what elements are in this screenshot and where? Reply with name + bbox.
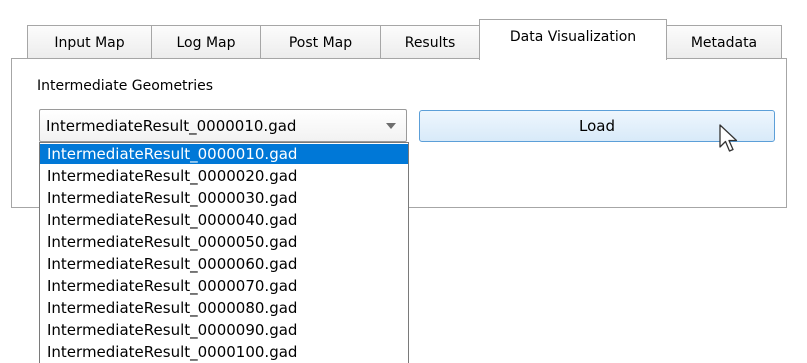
tab-metadata[interactable]: Metadata [666,25,782,59]
combobox-dropdown-list[interactable]: IntermediateResult_0000010.gad Intermedia… [39,142,409,363]
tab-label: Results [404,34,456,51]
combobox-value: IntermediateResult_0000010.gad [46,117,297,135]
tab-post-map[interactable]: Post Map [260,25,381,59]
dropdown-option[interactable]: IntermediateResult_0000010.gad [40,144,408,164]
tab-label: Metadata [690,34,758,51]
dropdown-option[interactable]: IntermediateResult_0000090.gad [40,320,408,340]
dropdown-option[interactable]: IntermediateResult_0000030.gad [40,188,408,208]
tab-log-map[interactable]: Log Map [151,25,261,59]
chevron-down-icon[interactable] [386,123,396,129]
dropdown-option[interactable]: IntermediateResult_0000060.gad [40,254,408,274]
dropdown-option[interactable]: IntermediateResult_0000050.gad [40,232,408,252]
dropdown-option[interactable]: IntermediateResult_0000040.gad [40,210,408,230]
load-button-label: Load [579,117,615,135]
dropdown-option[interactable]: IntermediateResult_0000020.gad [40,166,408,186]
tab-data-visualization[interactable]: Data Visualization [479,19,667,60]
intermediate-geometries-label: Intermediate Geometries [37,78,214,94]
tab-label: Log Map [176,34,236,51]
mouse-pointer-icon [719,124,738,152]
dropdown-option[interactable]: IntermediateResult_0000070.gad [40,276,408,296]
dropdown-option[interactable]: IntermediateResult_0000080.gad [40,298,408,318]
app-window: Input Map Log Map Post Map Results Data … [0,0,807,363]
tab-label: Data Visualization [509,29,637,45]
geometry-file-combobox[interactable]: IntermediateResult_0000010.gad [39,109,407,142]
dropdown-option[interactable]: IntermediateResult_0000100.gad [40,342,408,362]
tab-label: Input Map [54,34,125,51]
tab-input-map[interactable]: Input Map [27,25,152,59]
tab-results[interactable]: Results [380,25,480,59]
tab-label: Post Map [288,34,353,51]
